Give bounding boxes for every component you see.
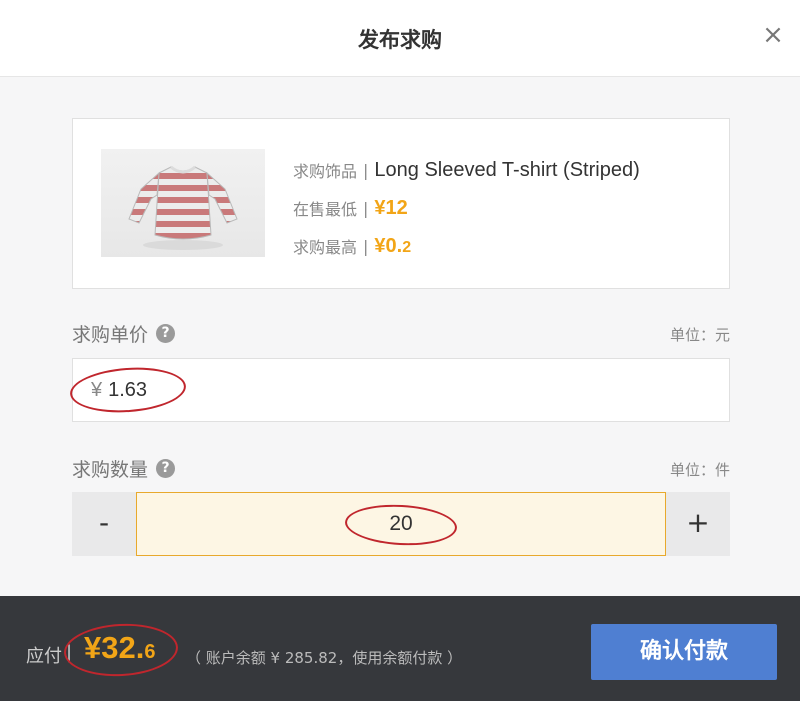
- lowest-price: ¥12: [374, 196, 408, 219]
- product-card: 求购饰品 | Long Sleeved T-shirt (Striped) 在售…: [72, 118, 730, 289]
- highest-price: ¥0.2: [374, 235, 411, 258]
- dialog-title: 发布求购: [358, 28, 442, 52]
- pay-amount-small: 6: [144, 641, 156, 663]
- separator: |: [363, 160, 369, 180]
- unit-price-label: 求购单价: [72, 324, 149, 346]
- close-icon[interactable]: ×: [760, 22, 786, 48]
- lowest-label: 在售最低: [293, 200, 358, 219]
- highest-row: 求购最高 | ¥0.2: [293, 227, 640, 265]
- help-icon[interactable]: ?: [156, 459, 176, 478]
- currency-symbol: ¥: [91, 378, 103, 401]
- balance-text: （ 账户余额 ¥ 285.82，使用余额付款 ）: [186, 649, 463, 667]
- pay-label: 应付: [26, 646, 62, 667]
- unit-price-unit: 单位：元: [669, 326, 730, 344]
- payment-footer: 应付 | ¥32.6 （ 账户余额 ¥ 285.82，使用余额付款 ） 确认付款: [0, 596, 800, 701]
- product-info: 求购饰品 | Long Sleeved T-shirt (Striped) 在售…: [293, 151, 640, 265]
- separator: |: [66, 642, 73, 663]
- lowest-row: 在售最低 | ¥12: [293, 189, 640, 227]
- unit-price-title: 求购单价 ?: [72, 320, 176, 347]
- unit-price-value[interactable]: 1.63: [108, 379, 147, 402]
- highest-label: 求购最高: [293, 238, 358, 257]
- striped-tshirt-image: [101, 149, 265, 257]
- increment-button[interactable]: +: [666, 492, 730, 556]
- quantity-unit: 单位：件: [669, 461, 730, 479]
- help-icon[interactable]: ?: [156, 324, 176, 343]
- decrement-button[interactable]: -: [72, 492, 136, 556]
- separator: |: [363, 236, 369, 256]
- highest-price-main: ¥0.: [374, 234, 403, 257]
- confirm-pay-button[interactable]: 确认付款: [591, 624, 777, 680]
- separator: |: [363, 198, 369, 218]
- quantity-stepper: - 20 +: [72, 492, 730, 556]
- tshirt-icon: [128, 165, 238, 250]
- unit-price-input[interactable]: ¥ 1.63: [72, 358, 730, 422]
- quantity-label: 求购数量: [72, 459, 149, 481]
- pay-amount: ¥32.6: [84, 630, 155, 666]
- item-label: 求购饰品: [293, 162, 358, 181]
- quantity-title: 求购数量 ?: [72, 455, 176, 482]
- item-name: Long Sleeved T-shirt (Striped): [374, 158, 640, 181]
- quantity-input[interactable]: 20: [136, 492, 666, 556]
- highest-price-small: 2: [402, 238, 412, 256]
- dialog-header: 发布求购 ×: [0, 0, 800, 77]
- pay-amount-main: ¥32.: [84, 630, 145, 665]
- item-row: 求购饰品 | Long Sleeved T-shirt (Striped): [293, 151, 640, 189]
